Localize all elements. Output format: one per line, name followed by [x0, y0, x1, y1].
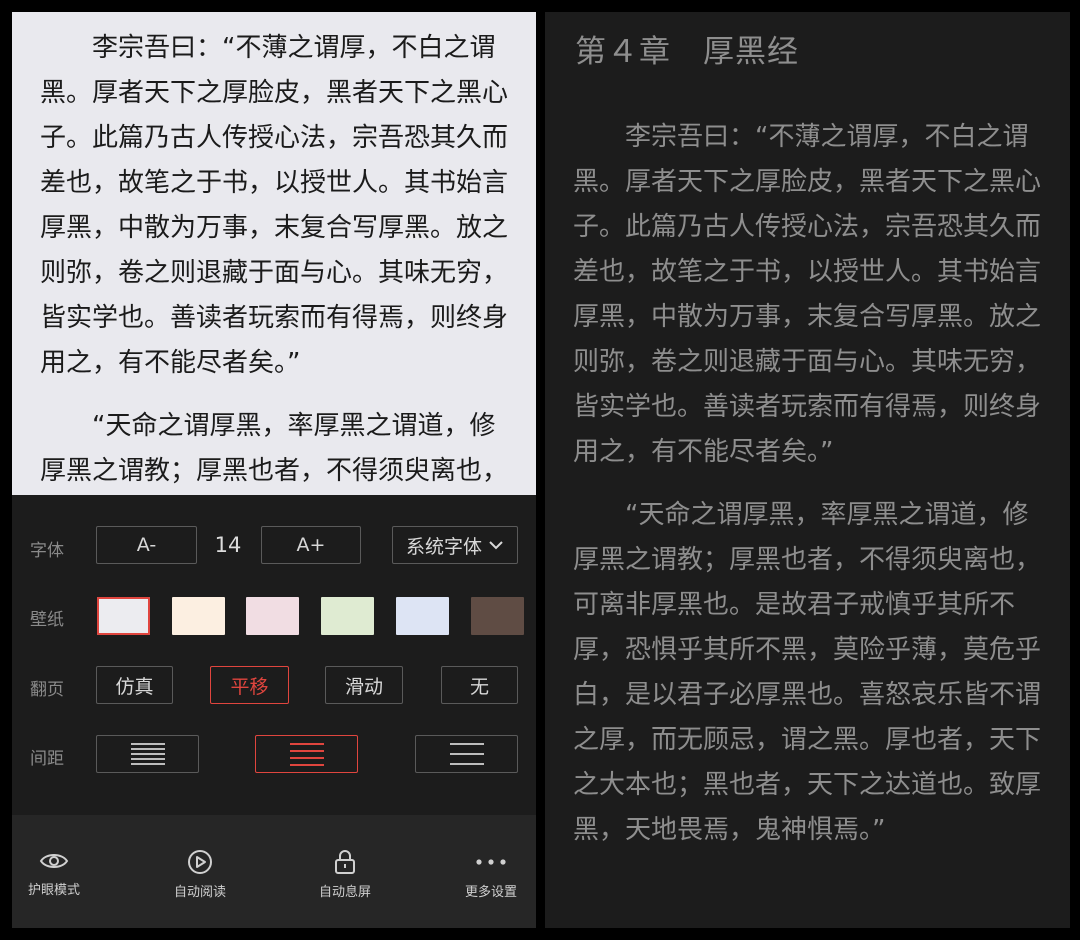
- font-size-value: 14: [214, 533, 242, 557]
- left-phone-screen: 李宗吾曰：“不薄之谓厚，不白之谓黑。厚者天下之厚脸皮，黑者天下之黑心子。此篇乃古…: [12, 12, 536, 928]
- auto-read-button[interactable]: 自动阅读: [145, 849, 255, 900]
- eye-care-mode-button[interactable]: 护眼模式: [12, 849, 109, 898]
- auto-read-label: 自动阅读: [173, 885, 226, 900]
- auto-lock-screen-button[interactable]: 自动息屏: [290, 849, 400, 900]
- font-family-select[interactable]: 系统字体: [392, 526, 518, 564]
- wallpaper-swatch[interactable]: [97, 597, 150, 635]
- spacing-loose-button[interactable]: [415, 735, 518, 773]
- page-turn-option-simulate[interactable]: 仿真: [96, 666, 173, 704]
- paragraph-2: “天命之谓厚黑，率厚黑之谓道，修厚黑之谓教；厚黑也者，不得须臾离也，可离非厚黑也…: [573, 500, 1042, 845]
- lock-icon: [335, 850, 355, 874]
- wallpaper-swatch[interactable]: [396, 597, 449, 635]
- more-dots-icon: [476, 859, 506, 865]
- wallpaper-swatch[interactable]: [471, 597, 524, 635]
- page-turn-option-none[interactable]: 无: [441, 666, 518, 704]
- play-circle-icon: [188, 850, 212, 874]
- eye-icon: [39, 854, 69, 868]
- eye-care-mode-label: 护眼模式: [27, 883, 80, 898]
- chapter-title: 第４章 厚黑经: [575, 34, 799, 70]
- reading-page-light[interactable]: 李宗吾曰：“不薄之谓厚，不白之谓黑。厚者天下之厚脸皮，黑者天下之黑心子。此篇乃古…: [12, 12, 536, 495]
- spacing-compact-button[interactable]: [96, 735, 199, 773]
- page-turn-option-translate[interactable]: 平移: [210, 666, 289, 704]
- reading-text-dark[interactable]: 李宗吾曰：“不薄之谓厚，不白之谓黑。厚者天下之厚脸皮，黑者天下之黑心子。此篇乃古…: [573, 115, 1041, 853]
- chevron-down-icon: [489, 541, 503, 550]
- more-settings-button[interactable]: 更多设置: [436, 849, 536, 900]
- font-increase-button[interactable]: A+: [261, 526, 361, 564]
- spacing-row-label: 间距: [30, 749, 64, 769]
- auto-lock-screen-label: 自动息屏: [318, 885, 371, 900]
- reading-text: 李宗吾曰：“不薄之谓厚，不白之谓黑。厚者天下之厚脸皮，黑者天下之黑心子。此篇乃古…: [40, 26, 508, 495]
- wallpaper-swatch[interactable]: [246, 597, 299, 635]
- wallpaper-swatch[interactable]: [172, 597, 225, 635]
- font-decrease-button[interactable]: A-: [96, 526, 197, 564]
- bottom-toolbar: 护眼模式 自动阅读 自动息屏 更多设置: [12, 815, 536, 928]
- right-phone-screen: 第４章 厚黑经 李宗吾曰：“不薄之谓厚，不白之谓黑。厚者天下之厚脸皮，黑者天下之…: [545, 12, 1070, 928]
- spacing-compact-icon: [130, 743, 165, 765]
- spacing-loose-icon: [449, 743, 484, 765]
- font-family-value: 系统字体: [405, 535, 482, 558]
- wallpaper-row-label: 壁纸: [30, 610, 64, 630]
- screenshot-stage: 李宗吾曰：“不薄之谓厚，不白之谓黑。厚者天下之厚脸皮，黑者天下之黑心子。此篇乃古…: [0, 0, 1080, 940]
- page-turn-row-label: 翻页: [30, 680, 64, 700]
- paragraph-1: 李宗吾曰：“不薄之谓厚，不白之谓黑。厚者天下之厚脸皮，黑者天下之黑心子。此篇乃古…: [573, 122, 1042, 467]
- page-turn-option-slide[interactable]: 滑动: [325, 666, 403, 704]
- spacing-medium-button[interactable]: [255, 735, 358, 773]
- paragraph-2: “天命之谓厚黑，率厚黑之谓道，修厚黑之谓教；厚黑也者，不得须臾离也，可离非厚黑也…: [40, 411, 509, 486]
- wallpaper-swatch[interactable]: [321, 597, 374, 635]
- paragraph-1: 李宗吾曰：“不薄之谓厚，不白之谓黑。厚者天下之厚脸皮，黑者天下之黑心子。此篇乃古…: [40, 33, 509, 378]
- more-settings-label: 更多设置: [464, 885, 517, 900]
- font-row-label: 字体: [30, 541, 64, 561]
- spacing-medium-icon: [289, 742, 324, 766]
- reading-settings-panel: 字体 A- 14 A+ 系统字体 壁纸 翻页 仿真 平移 滑动 无 间距: [12, 495, 536, 815]
